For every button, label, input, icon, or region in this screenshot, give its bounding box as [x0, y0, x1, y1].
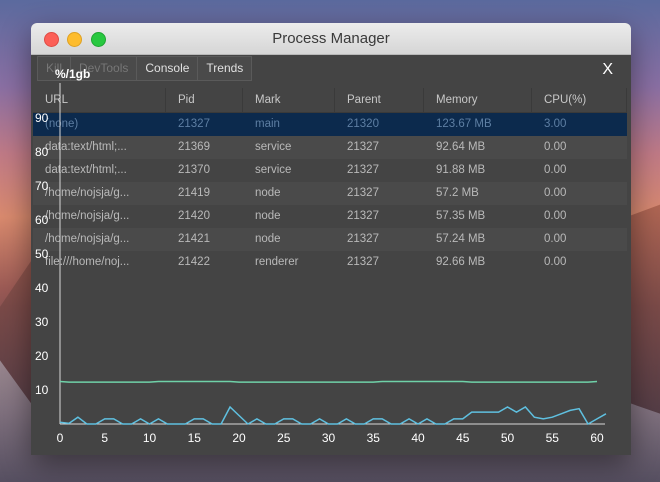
table-row[interactable]: data:text/html;... 21369 service 21327 92.64… [33, 136, 627, 159]
y-tick-label: 30 [35, 315, 49, 329]
table-body: (none) 21327 main 21320 123.67 MB 3.00 data:te… [33, 113, 627, 274]
cell-memory: 91.88 MB [436, 164, 486, 176]
column-header-memory[interactable]: Memory [424, 88, 532, 112]
cell-memory: 92.66 MB [436, 256, 486, 268]
cell-parent: 21327 [347, 256, 379, 268]
kill-button[interactable]: Kill [37, 56, 72, 81]
cell-pid: 21419 [178, 187, 210, 199]
column-header-parent[interactable]: Parent [335, 88, 424, 112]
cell-mark: service [255, 141, 292, 153]
x-tick-label: 55 [546, 431, 560, 445]
table-row[interactable]: data:text/html;... 21370 service 21327 91.88… [33, 159, 627, 182]
table-row[interactable]: file:///home/noj... 21422 renderer 21327 92.… [33, 251, 627, 274]
cell-pid: 21327 [178, 118, 210, 130]
table-header: URL Pid Mark Parent Memory CPU(%) [33, 88, 627, 113]
cell-url: /home/nojsja/g... [45, 210, 130, 222]
x-tick-label: 25 [277, 431, 291, 445]
x-tick-label: 45 [456, 431, 470, 445]
cell-parent: 21327 [347, 210, 379, 222]
cell-mark: renderer [255, 256, 299, 268]
cell-url: (none) [45, 118, 79, 130]
cell-url: /home/nojsja/g... [45, 233, 130, 245]
cell-url: file:///home/noj... [45, 256, 130, 268]
column-header-url[interactable]: URL [33, 88, 166, 112]
x-tick-label: 30 [322, 431, 336, 445]
cell-pid: 21369 [178, 141, 210, 153]
y-tick-label: 10 [35, 383, 49, 397]
trends-button[interactable]: Trends [197, 56, 253, 81]
x-tick-label: 40 [411, 431, 425, 445]
cell-cpu: 0.00 [544, 256, 567, 268]
cell-parent: 21327 [347, 164, 379, 176]
cell-pid: 21370 [178, 164, 210, 176]
column-header-cpu[interactable]: CPU(%) [532, 88, 627, 112]
close-trends-button[interactable]: X [602, 61, 613, 79]
column-header-mark[interactable]: Mark [243, 88, 335, 112]
cell-mark: main [255, 118, 280, 130]
cell-parent: 21320 [347, 118, 379, 130]
y-tick-label: 20 [35, 349, 49, 363]
cell-cpu: 0.00 [544, 233, 567, 245]
cell-pid: 21422 [178, 256, 210, 268]
cell-cpu: 0.00 [544, 141, 567, 153]
x-tick-label: 35 [367, 431, 381, 445]
cell-mark: service [255, 164, 292, 176]
table-row[interactable]: /home/nojsja/g... 21419 node 21327 57.2 MB 0.… [33, 182, 627, 205]
x-tick-label: 60 [590, 431, 604, 445]
cell-cpu: 3.00 [544, 118, 567, 130]
cell-cpu: 0.00 [544, 210, 567, 222]
toolbar: Kill DevTools Console Trends [37, 56, 253, 81]
x-tick-label: 20 [232, 431, 246, 445]
table-row[interactable]: (none) 21327 main 21320 123.67 MB 3.00 [33, 113, 627, 136]
cell-mark: node [255, 210, 281, 222]
cell-parent: 21327 [347, 233, 379, 245]
cell-cpu: 0.00 [544, 164, 567, 176]
cell-pid: 21421 [178, 233, 210, 245]
series-line-2 [59, 405, 607, 426]
cell-memory: 123.67 MB [436, 118, 492, 130]
cell-mark: node [255, 187, 281, 199]
cell-parent: 21327 [347, 141, 379, 153]
cell-memory: 57.35 MB [436, 210, 486, 222]
devtools-button[interactable]: DevTools [70, 56, 138, 81]
cell-url: data:text/html;... [45, 164, 127, 176]
column-header-pid[interactable]: Pid [166, 88, 243, 112]
x-tick-label: 0 [57, 431, 64, 445]
cell-memory: 57.24 MB [436, 233, 486, 245]
x-tick-label: 10 [143, 431, 157, 445]
process-table: URL Pid Mark Parent Memory CPU(%) (none)… [33, 88, 627, 274]
x-tick-label: 50 [501, 431, 515, 445]
cell-parent: 21327 [347, 187, 379, 199]
y-tick-label: 40 [35, 281, 49, 295]
table-row[interactable]: /home/nojsja/g... 21421 node 21327 57.24 MB 0… [33, 228, 627, 251]
process-manager-window: Process Manager Kill DevTools Console Tr… [31, 23, 631, 455]
cell-mark: node [255, 233, 281, 245]
cell-pid: 21420 [178, 210, 210, 222]
window-title: Process Manager [272, 30, 390, 47]
cell-memory: 92.64 MB [436, 141, 486, 153]
cell-cpu: 0.00 [544, 187, 567, 199]
console-button[interactable]: Console [136, 56, 199, 81]
title-bar: Process Manager [31, 23, 631, 55]
cell-memory: 57.2 MB [436, 187, 479, 199]
cell-url: data:text/html;... [45, 141, 127, 153]
cell-url: /home/nojsja/g... [45, 187, 130, 199]
x-tick-label: 15 [188, 431, 202, 445]
series-line-1 [59, 380, 598, 383]
table-row[interactable]: /home/nojsja/g... 21420 node 21327 57.35 MB 0… [33, 205, 627, 228]
x-tick-label: 5 [101, 431, 108, 445]
